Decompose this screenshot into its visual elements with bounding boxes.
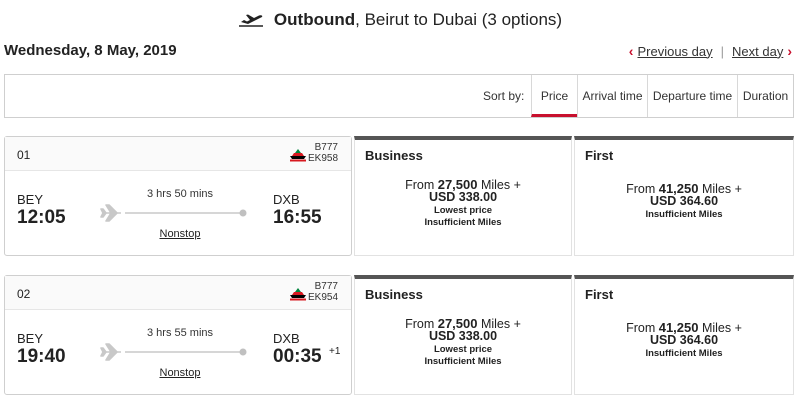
sort-option-price[interactable]: Price	[531, 75, 577, 117]
date-row: Wednesday, 8 May, 2019 ‹ Previous day | …	[4, 42, 796, 62]
page-heading: Outbound, Beirut to Dubai (3 options)	[0, 8, 800, 32]
destination-airport: DXB	[273, 192, 300, 207]
cabin-label: Business	[365, 287, 423, 302]
origin-airport: BEY	[17, 331, 44, 346]
stops-link[interactable]: Nonstop	[130, 228, 230, 240]
day-navigation: ‹ Previous day | Next day ›	[625, 43, 796, 59]
direction-label: Outbound	[273, 10, 356, 29]
fare-cash: USD 338.00	[428, 329, 498, 343]
fare-cash: USD 364.60	[649, 194, 719, 208]
route-summary: , Beirut to Dubai (3 options)	[355, 10, 563, 29]
plane-icon	[100, 343, 121, 361]
departure-time: 19:40	[17, 346, 66, 367]
aircraft-info: B777 EK958	[308, 142, 338, 164]
emirates-logo	[290, 288, 306, 301]
next-day-link[interactable]: Next day	[732, 44, 783, 59]
flight-option: 01 B777 EK958 BEY 12:05 3 hrs 50 mins No…	[4, 136, 794, 258]
fare-note: Insufficient Miles	[645, 348, 723, 359]
flight-option: 02 B777 EK954 BEY 19:40 3 hrs 55 mins No…	[4, 275, 794, 397]
previous-day-link[interactable]: Previous day	[637, 44, 712, 59]
destination-airport: DXB	[273, 331, 300, 346]
flight-details[interactable]: 02 B777 EK954 BEY 19:40 3 hrs 55 mins No…	[4, 275, 352, 395]
route-line	[100, 343, 247, 361]
flight-index: 02	[17, 287, 31, 301]
chevron-left-icon[interactable]: ‹	[629, 43, 634, 59]
route-line	[100, 204, 247, 222]
fare-note: Insufficient Miles	[424, 356, 502, 367]
travel-date: Wednesday, 8 May, 2019	[4, 42, 177, 59]
fare-first[interactable]: First From 41,250 Miles + USD 364.60 Ins…	[574, 136, 794, 256]
flight-details[interactable]: 01 B777 EK958 BEY 12:05 3 hrs 50 mins No…	[4, 136, 352, 256]
aircraft-type: B777	[314, 142, 338, 153]
fare-note: Lowest price	[433, 344, 493, 355]
chevron-right-icon[interactable]: ›	[787, 43, 792, 59]
arrival-time: 16:55	[273, 207, 322, 228]
fare-note: Lowest price	[433, 205, 493, 216]
fare-cash: USD 364.60	[649, 333, 719, 347]
cabin-label: First	[585, 287, 614, 302]
nav-divider: |	[720, 43, 725, 59]
fare-first[interactable]: First From 41,250 Miles + USD 364.60 Ins…	[574, 275, 794, 395]
fare-business[interactable]: Business From 27,500 Miles + USD 338.00 …	[354, 136, 572, 256]
origin-airport: BEY	[17, 192, 44, 207]
cabin-label: First	[585, 148, 614, 163]
stops-link[interactable]: Nonstop	[130, 367, 230, 379]
flight-index: 01	[17, 148, 31, 162]
sort-option-arrival-time[interactable]: Arrival time	[577, 75, 647, 117]
fare-note: Insufficient Miles	[645, 209, 723, 220]
day-offset: +1	[329, 346, 341, 357]
flight-duration: 3 hrs 55 mins	[146, 327, 214, 339]
emirates-logo	[290, 149, 306, 162]
aircraft-type: B777	[314, 281, 338, 292]
departure-time: 12:05	[17, 207, 66, 228]
fare-business[interactable]: Business From 27,500 Miles + USD 338.00 …	[354, 275, 572, 395]
arrival-time: 00:35	[273, 346, 322, 367]
sort-option-departure-time[interactable]: Departure time	[647, 75, 737, 117]
cabin-label: Business	[365, 148, 423, 163]
flight-code: EK958	[308, 153, 339, 164]
plane-icon	[100, 204, 121, 222]
aircraft-info: B777 EK954	[308, 281, 338, 303]
flight-code: EK954	[308, 292, 339, 303]
plane-takeoff-icon	[238, 14, 263, 27]
sort-option-duration[interactable]: Duration	[737, 75, 793, 117]
fare-note: Insufficient Miles	[424, 217, 502, 228]
fare-cash: USD 338.00	[428, 190, 498, 204]
flight-duration: 3 hrs 50 mins	[146, 188, 214, 200]
sort-bar: Sort by: Price Arrival time Departure ti…	[4, 74, 794, 118]
sort-label: Sort by:	[483, 89, 525, 103]
